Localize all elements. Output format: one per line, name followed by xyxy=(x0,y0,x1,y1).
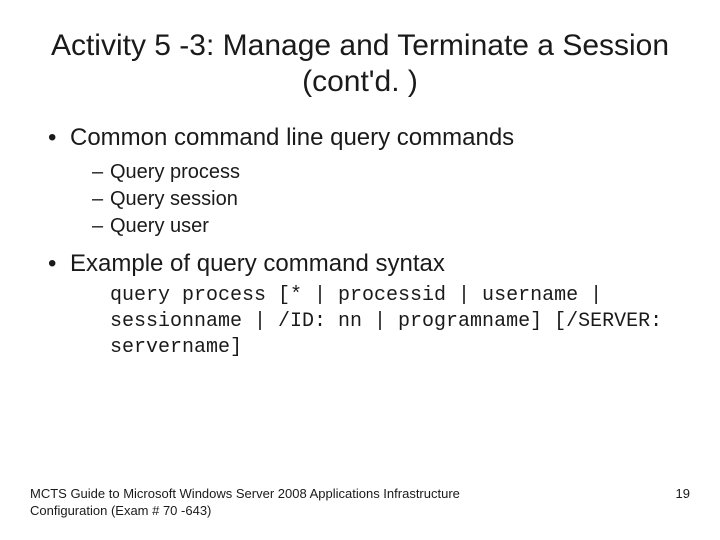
sub-bullet-item: Query process xyxy=(92,159,690,186)
sub-bullet-list: Query process Query session Query user xyxy=(70,159,690,240)
slide: Activity 5 -3: Manage and Terminate a Se… xyxy=(0,0,720,540)
slide-title: Activity 5 -3: Manage and Terminate a Se… xyxy=(40,28,680,100)
code-syntax: query process [* | processid | username … xyxy=(70,283,690,361)
sub-bullet-item: Query session xyxy=(92,186,690,213)
bullet-text: Common command line query commands xyxy=(70,124,514,151)
sub-bullet-text: Query session xyxy=(110,188,238,210)
sub-bullet-text: Query user xyxy=(110,215,209,237)
footer: MCTS Guide to Microsoft Windows Server 2… xyxy=(30,486,690,520)
slide-number: 19 xyxy=(676,486,690,503)
sub-bullet-item: Query user xyxy=(92,213,690,240)
bullet-item: Common command line query commands Query… xyxy=(48,122,690,240)
bullet-text: Example of query command syntax xyxy=(70,250,445,277)
footer-source: MCTS Guide to Microsoft Windows Server 2… xyxy=(30,486,510,520)
bullet-item: Example of query command syntax query pr… xyxy=(48,248,690,361)
sub-bullet-text: Query process xyxy=(110,161,240,183)
bullet-list: Common command line query commands Query… xyxy=(30,122,690,361)
